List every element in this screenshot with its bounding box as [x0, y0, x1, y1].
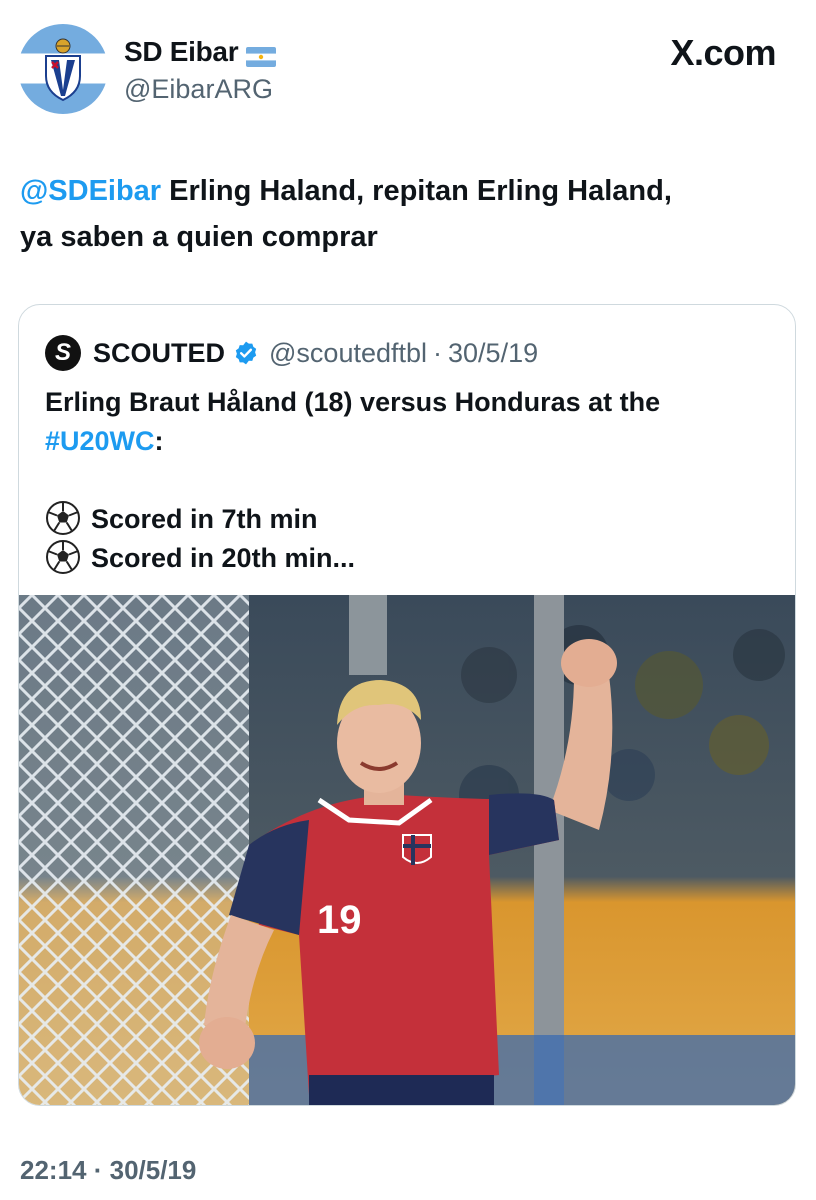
- bullet-text: Scored in 20th min...: [91, 543, 356, 573]
- tweet-text-line2: ya saben a quien comprar: [20, 221, 378, 253]
- avatar[interactable]: [18, 24, 108, 114]
- soccer-ball-icon: [45, 539, 81, 575]
- hashtag-suffix: :: [154, 426, 164, 456]
- quoted-text-line1: Erling Braut Håland (18) versus Honduras…: [45, 387, 661, 417]
- quoted-tweet-header: S SCOUTED @scoutedftbl · 30/5/19: [45, 335, 538, 371]
- argentina-flag-icon: [246, 42, 277, 67]
- bullet-item: Scored in 20th min...: [45, 539, 785, 578]
- tweet-text-line1: Erling Haland, repitan Erling Haland,: [161, 175, 672, 207]
- soccer-ball-icon: [45, 500, 81, 536]
- shirt-number: 19: [317, 898, 362, 942]
- tweet-text: @SDEibar Erling Haland, repitan Erling H…: [20, 168, 800, 260]
- quoted-author-name[interactable]: SCOUTED: [93, 338, 225, 369]
- quoted-author-handle[interactable]: @scoutedftbl: [269, 338, 427, 369]
- bullet-item: Scored in 7th min: [45, 500, 785, 539]
- soccer-player-photo-icon: 19: [19, 595, 795, 1105]
- separator-dot: ·: [433, 337, 443, 368]
- brand-logo: X.com: [670, 32, 776, 73]
- author-handle[interactable]: @EibarARG: [124, 74, 273, 105]
- author-name[interactable]: SD Eibar: [124, 36, 277, 68]
- quoted-tweet-text: Erling Braut Håland (18) versus Honduras…: [45, 383, 785, 578]
- verified-badge-icon: [233, 340, 259, 366]
- eibar-crest-icon: [45, 38, 81, 102]
- mention-link[interactable]: @SDEibar: [20, 175, 161, 207]
- quoted-tweet-date[interactable]: 30/5/19: [448, 338, 538, 369]
- bullet-text: Scored in 7th min: [91, 504, 318, 534]
- quoted-tweet-card[interactable]: S SCOUTED @scoutedftbl · 30/5/19 Erling …: [18, 304, 796, 1106]
- quoted-tweet-photo[interactable]: 19: [19, 595, 795, 1105]
- hashtag-link[interactable]: #U20WC: [45, 426, 155, 456]
- tweet-timestamp[interactable]: 22:14 · 30/5/19: [20, 1155, 196, 1186]
- scouted-logo-icon[interactable]: S: [45, 335, 81, 371]
